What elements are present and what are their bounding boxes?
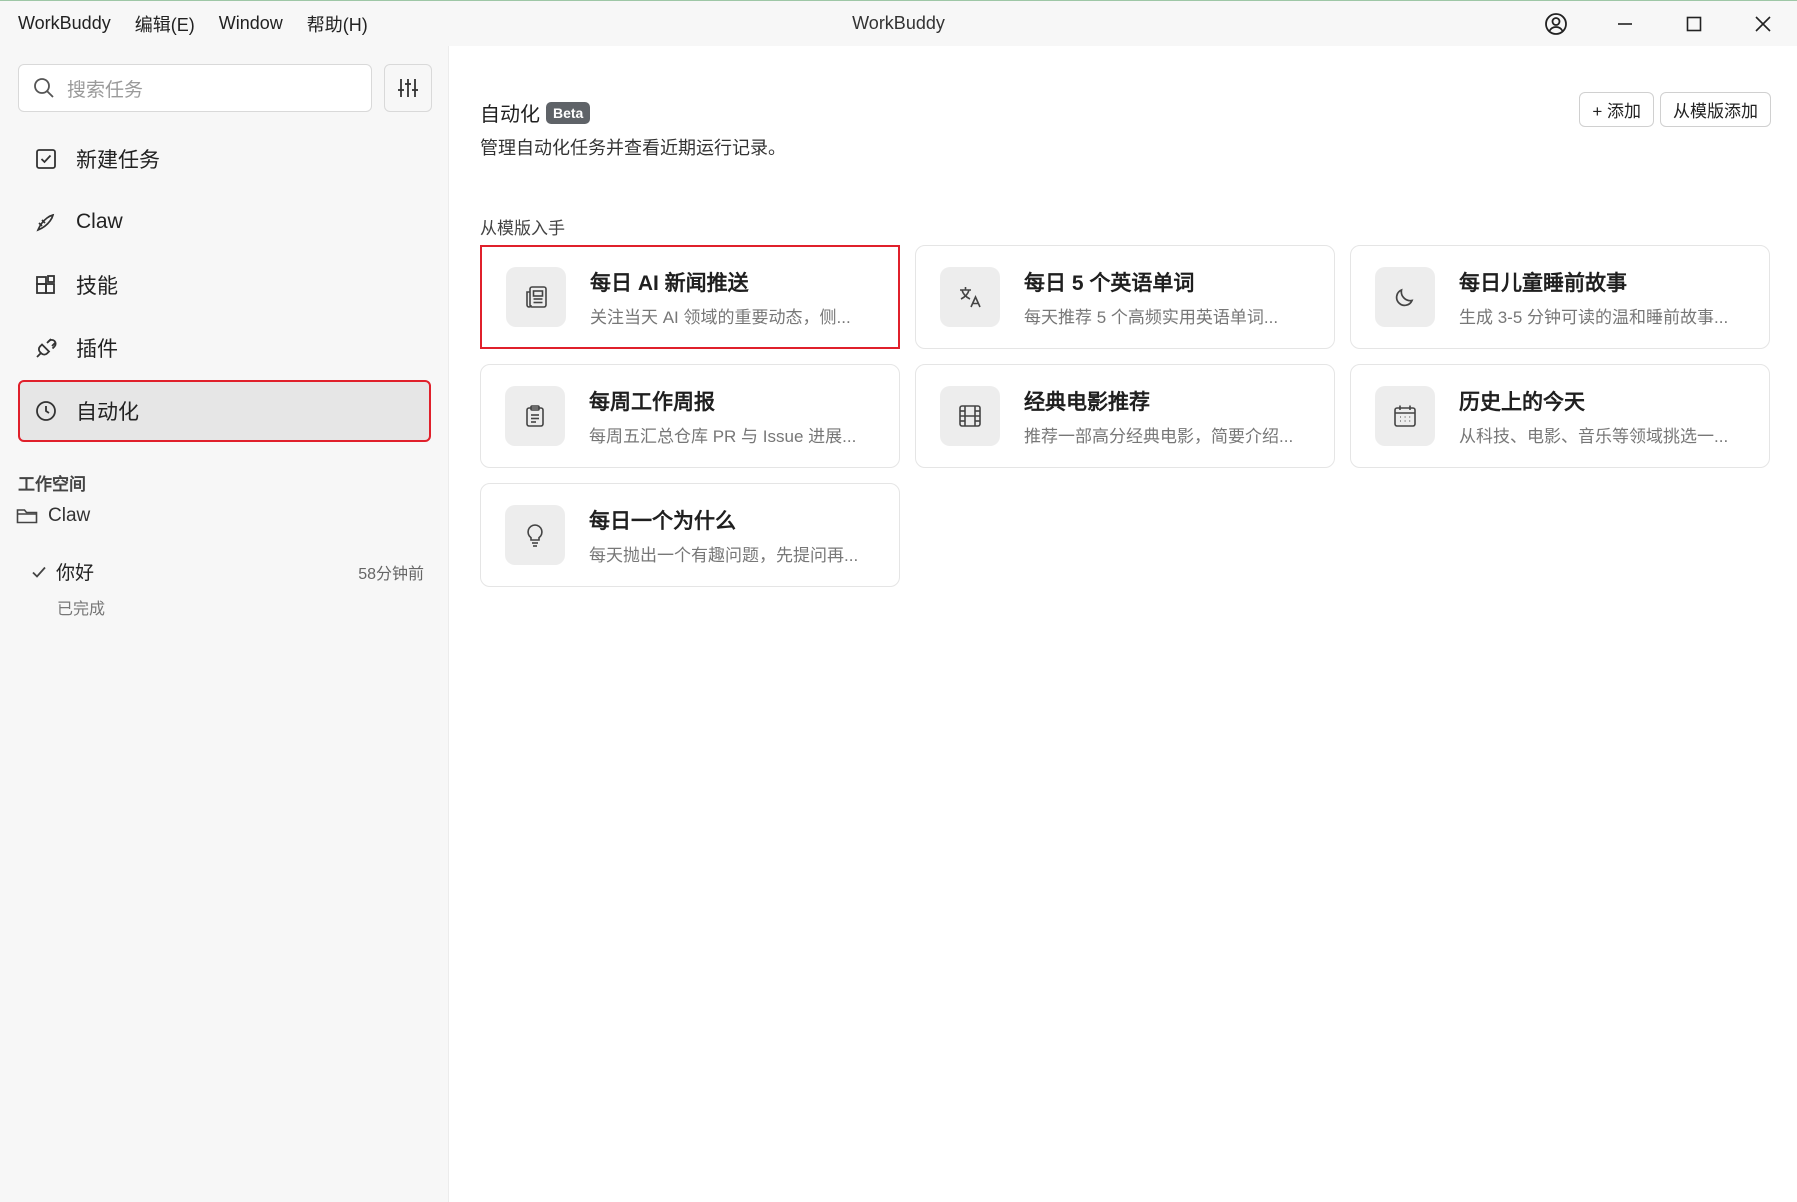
menu-workbuddy[interactable]: WorkBuddy: [18, 13, 111, 34]
sidebar-item-claw[interactable]: Claw: [20, 193, 429, 251]
sidebar-item-plugins[interactable]: 插件: [20, 319, 429, 377]
page-title-text: 自动化: [480, 104, 540, 126]
template-description: 生成 3-5 分钟可读的温和睡前故事...: [1459, 307, 1729, 327]
title-bar: WorkBuddy 编辑(E) Window 帮助(H) WorkBuddy: [0, 1, 1797, 46]
template-card-english-words[interactable]: 每日 5 个英语单词 每天推荐 5 个高频实用英语单词...: [915, 245, 1335, 349]
template-title: 每日一个为什么: [589, 509, 736, 533]
window-controls: [1521, 1, 1797, 46]
template-card-weekly-report[interactable]: 每周工作周报 每周五汇总仓库 PR 与 Issue 进展...: [480, 364, 900, 468]
task-time: 58分钟前: [358, 565, 424, 583]
search-placeholder: 搜索任务: [67, 79, 144, 101]
template-card-daily-why[interactable]: 每日一个为什么 每天抛出一个有趣问题，先提问再...: [480, 483, 900, 587]
task-status: 已完成: [57, 601, 106, 618]
task-item[interactable]: 你好 58分钟前 已完成: [30, 558, 424, 619]
sidebar-item-new-task[interactable]: 新建任务: [20, 130, 429, 188]
checkmark-icon: [30, 563, 48, 581]
template-card-bedtime-story[interactable]: 每日儿童睡前故事 生成 3-5 分钟可读的温和睡前故事...: [1350, 245, 1770, 349]
translate-icon: [940, 267, 1000, 327]
search-input[interactable]: 搜索任务: [18, 64, 372, 112]
clipboard-icon: [505, 386, 565, 446]
clock-icon: [34, 399, 58, 423]
sliders-icon: [398, 79, 418, 97]
maximize-icon: [1686, 16, 1701, 31]
template-title: 历史上的今天: [1459, 390, 1585, 414]
film-icon: [940, 386, 1000, 446]
template-description: 每天推荐 5 个高频实用英语单词...: [1024, 307, 1279, 327]
close-icon: [1754, 15, 1771, 32]
sidebar-item-label: Claw: [76, 210, 123, 233]
menu-window[interactable]: Window: [219, 13, 283, 34]
sidebar: 搜索任务 新建任务 Claw 技能 插件 自动化 工作空间 Claw 你好 58…: [0, 46, 449, 1202]
template-description: 从科技、电影、音乐等领域挑选一...: [1459, 426, 1729, 446]
sidebar-item-label: 插件: [76, 338, 118, 361]
page-description: 管理自动化任务并查看近期运行记录。: [480, 138, 786, 158]
skills-icon: [34, 273, 58, 297]
task-title: 你好: [56, 563, 95, 584]
moon-icon: [1375, 267, 1435, 327]
workspace-folder[interactable]: Claw: [16, 505, 90, 527]
sidebar-item-skills[interactable]: 技能: [20, 256, 429, 314]
sidebar-item-label: 自动化: [76, 401, 139, 424]
template-card-this-day[interactable]: 历史上的今天 从科技、电影、音乐等领域挑选一...: [1350, 364, 1770, 468]
template-title: 每日 AI 新闻推送: [590, 271, 749, 295]
menu-help[interactable]: 帮助(H): [307, 11, 368, 37]
new-task-icon: [34, 147, 58, 171]
section-title: 从模版入手: [480, 219, 565, 238]
calendar-icon: [1375, 386, 1435, 446]
template-card-classic-movie[interactable]: 经典电影推荐 推荐一部高分经典电影，简要介绍...: [915, 364, 1335, 468]
template-description: 每天抛出一个有趣问题，先提问再...: [589, 545, 859, 565]
search-icon: [34, 78, 54, 98]
add-button[interactable]: + 添加: [1579, 92, 1654, 127]
plugin-icon: [34, 336, 58, 360]
sidebar-nav: 新建任务 Claw 技能 插件 自动化: [18, 130, 431, 445]
filter-button[interactable]: [384, 64, 432, 112]
menu-bar: WorkBuddy 编辑(E) Window 帮助(H): [0, 11, 368, 37]
account-icon: [1544, 12, 1567, 35]
maximize-button[interactable]: [1659, 1, 1728, 46]
close-window-button[interactable]: [1728, 1, 1797, 46]
page-title: 自动化 Beta: [480, 98, 591, 127]
lightbulb-icon: [505, 505, 565, 565]
claw-icon: [34, 210, 58, 234]
sidebar-item-label: 新建任务: [76, 149, 160, 172]
template-title: 每日儿童睡前故事: [1459, 271, 1627, 295]
header-actions: + 添加 从模版添加: [1579, 92, 1771, 127]
sidebar-item-label: 技能: [76, 275, 118, 298]
menu-edit[interactable]: 编辑(E): [135, 11, 195, 37]
template-grid: 每日 AI 新闻推送 关注当天 AI 领域的重要动态，侧... 每日 5 个英语…: [480, 245, 1771, 587]
folder-icon: [16, 506, 38, 526]
workspace-folder-label: Claw: [48, 505, 91, 526]
newspaper-icon: [506, 267, 566, 327]
template-title: 每日 5 个英语单词: [1024, 271, 1195, 295]
minimize-icon: [1617, 22, 1632, 25]
template-description: 关注当天 AI 领域的重要动态，侧...: [590, 307, 851, 327]
add-from-template-button[interactable]: 从模版添加: [1660, 92, 1771, 127]
template-card-ai-news[interactable]: 每日 AI 新闻推送 关注当天 AI 领域的重要动态，侧...: [480, 245, 900, 349]
beta-badge: Beta: [546, 101, 591, 124]
template-title: 每周工作周报: [589, 390, 715, 414]
template-description: 每周五汇总仓库 PR 与 Issue 进展...: [589, 426, 857, 446]
template-title: 经典电影推荐: [1024, 390, 1150, 414]
template-description: 推荐一部高分经典电影，简要介绍...: [1024, 426, 1294, 446]
main-content: 自动化 Beta 管理自动化任务并查看近期运行记录。 + 添加 从模版添加 从模…: [450, 46, 1797, 1202]
workspace-heading: 工作空间: [18, 475, 86, 494]
minimize-button[interactable]: [1590, 1, 1659, 46]
sidebar-item-automation[interactable]: 自动化: [18, 380, 431, 442]
account-button[interactable]: [1521, 1, 1590, 46]
